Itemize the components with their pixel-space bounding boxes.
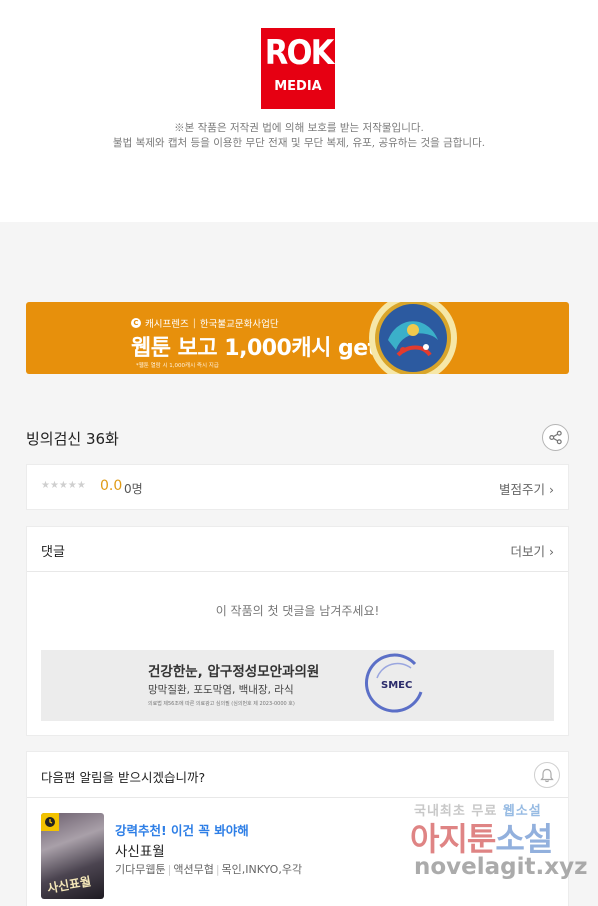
recommendation-authors: 목인,INKYO,우각 (221, 863, 303, 876)
recommendation-category: 액션무협 (173, 863, 214, 876)
banner-sponsor-brand: 캐시프렌즈 (145, 319, 189, 330)
notify-card: 다음편 알림을 받으시겠습니까? 사신표월 강력추천! 이건 꼭 봐야해 사신표… (26, 751, 569, 906)
episode-title-row: 빙의검신 36화 (26, 424, 569, 452)
comments-label: 댓글 (41, 545, 65, 560)
bell-icon (540, 768, 554, 782)
cashfriends-icon: C (131, 318, 141, 328)
rating-stars-icon[interactable]: ★★★★★ (41, 480, 86, 491)
comments-more-link[interactable]: 더보기 › (511, 541, 554, 560)
rating-count: 0명 (124, 482, 143, 496)
publisher-section: ROK MEDIA ※본 작품은 저작권 법에 의해 보호를 받는 저작물입니다… (0, 0, 598, 222)
notify-header: 다음편 알림을 받으시겠습니까? (27, 752, 568, 798)
logo-line2: MEDIA (274, 79, 322, 94)
banner-headline: 웹툰 보고 1,000캐시 get! (131, 336, 388, 361)
banner-fine-print: *웹툰 열람 시 1,000캐시 즉시 지급 (136, 363, 219, 369)
recommendation-title[interactable]: 사신표월 (115, 840, 165, 860)
rate-button[interactable]: 별점주기 › (499, 479, 554, 498)
comments-empty-message: 이 작품의 첫 댓글을 남겨주세요! (215, 604, 380, 618)
comments-card: 댓글 더보기 › 이 작품의 첫 댓글을 남겨주세요! 건강한눈, 압구정성모안… (26, 526, 569, 736)
share-icon (549, 430, 562, 445)
clinic-ad-headline: 건강한눈, 압구정성모안과의원 (148, 664, 320, 680)
copyright-notice: ※본 작품은 저작권 법에 의해 보호를 받는 저작물입니다. 불법 복제와 캡… (0, 121, 598, 151)
logo-line1: ROK (264, 33, 335, 73)
episode-title: 빙의검신 36화 (26, 430, 119, 448)
banner-sponsor: C 캐시프렌즈 | 한국불교문화사업단 (131, 316, 279, 330)
smec-logo-text: SMEC (381, 680, 412, 691)
clinic-ad-sub: 망막질환, 포도막염, 백내장, 라식 (148, 684, 294, 696)
recommendation-genre: 기다무웹툰 (115, 863, 166, 876)
rok-media-logo: ROK MEDIA (261, 28, 335, 109)
rating-score: 0.0 (100, 478, 123, 494)
banner-sponsor-partner: 한국불교문화사업단 (199, 319, 279, 330)
dragon-medallion-icon (369, 302, 457, 374)
thumbnail-title-art: 사신표월 (46, 874, 93, 896)
comments-header: 댓글 더보기 › (27, 527, 568, 572)
notify-toggle-button[interactable] (534, 762, 560, 788)
copyright-line2: 불법 복제와 캡처 등을 이용한 무단 전재 및 무단 복제, 유포, 공유하는… (112, 137, 486, 149)
recommendation-meta: 기다무웹툰 | 액션무협 | 목인,INKYO,우각 (115, 863, 303, 876)
recommendation-tag[interactable]: 강력추천! 이건 꼭 봐야해 (115, 820, 249, 839)
recommendation-thumbnail[interactable]: 사신표월 (41, 813, 104, 899)
clinic-ad-fine-print: 의료법 제56조에 따른 의료광고 심의필 (심의번호 제 2023-0000 … (148, 701, 295, 707)
cash-banner-ad[interactable]: C 캐시프렌즈 | 한국불교문화사업단 웹툰 보고 1,000캐시 get! *… (26, 302, 569, 374)
notify-question: 다음편 알림을 받으시겠습니까? (41, 770, 206, 785)
share-button[interactable] (542, 424, 569, 451)
banner-sponsor-separator: | (192, 317, 196, 329)
smec-logo-icon: SMEC (365, 653, 423, 713)
copyright-line1: ※본 작품은 저작권 법에 의해 보호를 받는 저작물입니다. (174, 122, 424, 134)
rating-card: ★★★★★ 0.0 0명 별점주기 › (26, 464, 569, 510)
clock-badge-icon (41, 813, 59, 831)
clinic-ad[interactable]: 건강한눈, 압구정성모안과의원 망막질환, 포도막염, 백내장, 라식 의료법 … (41, 650, 554, 721)
